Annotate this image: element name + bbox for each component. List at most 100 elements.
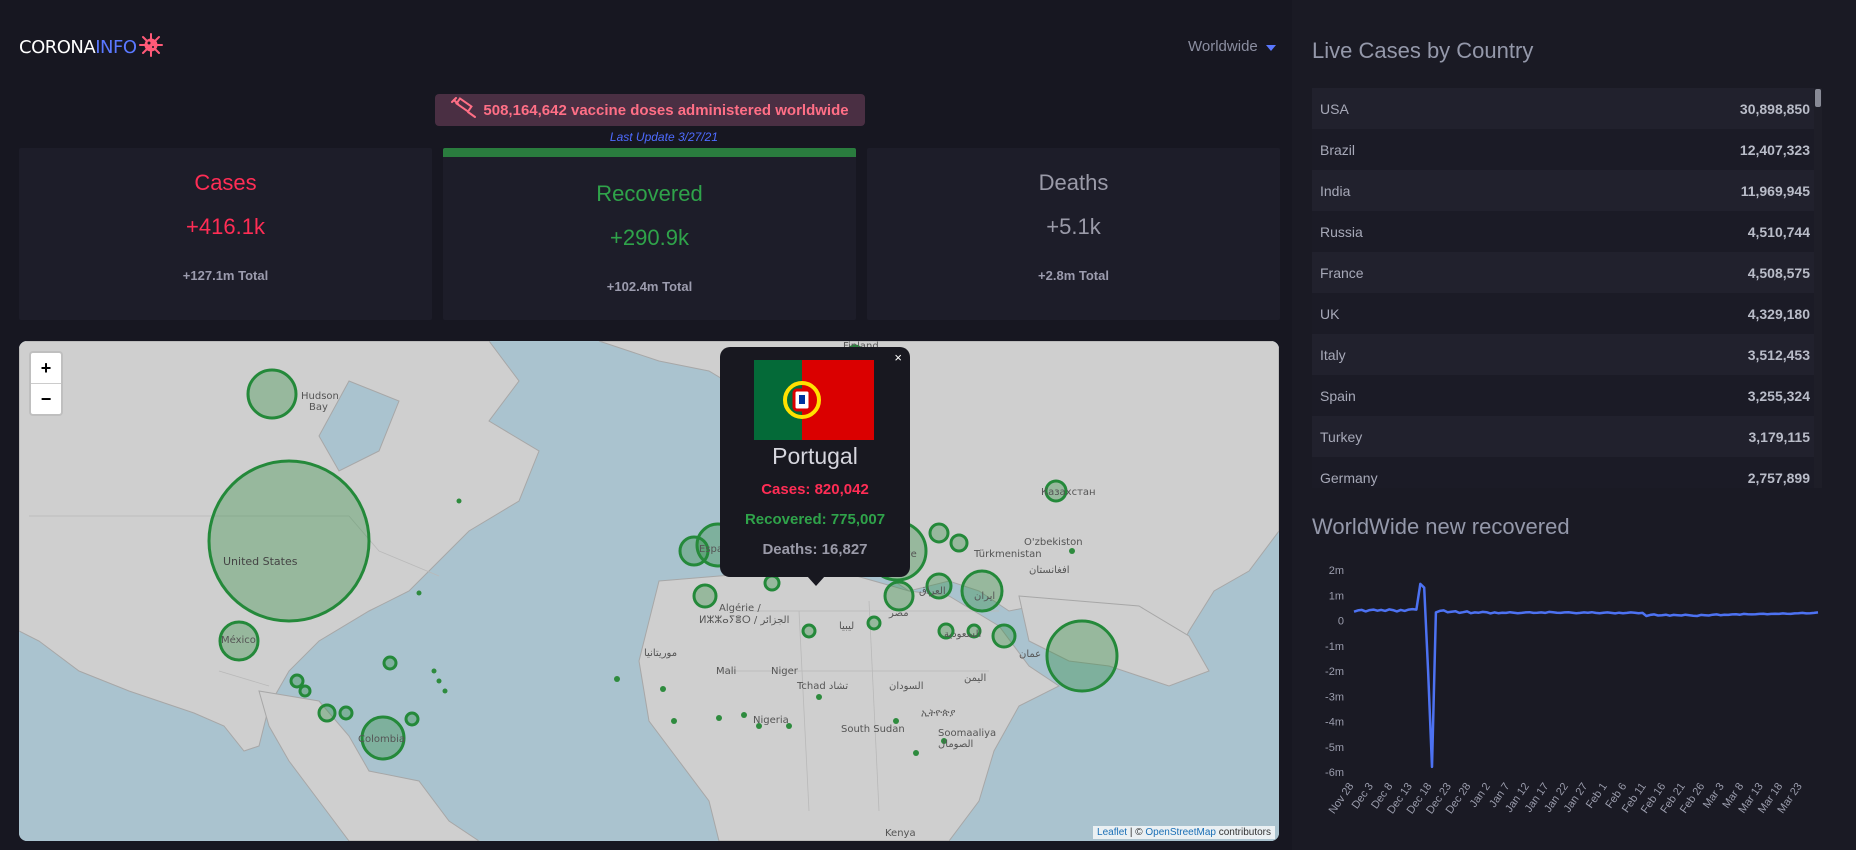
country-cases: 11,969,945 <box>1740 182 1810 199</box>
country-name: Russia <box>1320 223 1363 240</box>
y-tick-label: -5m <box>1325 742 1344 754</box>
svg-text:Nigeria: Nigeria <box>753 715 789 726</box>
portugal-flag-icon <box>754 360 874 440</box>
close-icon[interactable]: × <box>894 350 902 365</box>
deaths-label: Deaths <box>1038 170 1109 195</box>
leaflet-link[interactable]: Leaflet <box>1097 827 1127 838</box>
world-map[interactable]: Hudson Bay United States México Colombia … <box>19 341 1279 841</box>
y-tick-label: 1m <box>1329 590 1344 602</box>
vaccine-banner-text: 508,164,642 vaccine doses administered w… <box>483 101 849 119</box>
svg-text:موريتانيا: موريتانيا <box>644 648 677 659</box>
svg-text:Kenya: Kenya <box>885 828 916 839</box>
country-row[interactable]: Brazil 12,407,323 <box>1312 129 1818 170</box>
cases-card[interactable]: Cases +416.1k +127.1m Total <box>19 148 432 320</box>
region-selector[interactable]: Worldwide <box>1188 38 1276 55</box>
side-panel: Live Cases by Country USA 30,898,850 Braz… <box>1292 0 1856 850</box>
country-name: UK <box>1320 305 1340 322</box>
svg-text:O'zbekiston: O'zbekiston <box>1024 537 1083 548</box>
country-row[interactable]: Italy 3,512,453 <box>1312 334 1818 375</box>
y-tick-label: -1m <box>1325 641 1344 653</box>
country-cases: 3,512,453 <box>1747 346 1810 363</box>
svg-text:السودان: السودان <box>889 681 924 692</box>
svg-text:ኢትዮጵያ: ኢትዮጵያ <box>921 708 955 719</box>
series-line[interactable] <box>1353 582 1819 769</box>
svg-text:Niger: Niger <box>771 666 799 677</box>
svg-text:ایران: ایران <box>974 591 995 602</box>
country-row[interactable]: Russia 4,510,744 <box>1312 211 1818 252</box>
country-name: India <box>1320 182 1351 199</box>
country-row[interactable]: Turkey 3,179,115 <box>1312 416 1818 457</box>
country-cases: 4,510,744 <box>1747 223 1810 240</box>
country-name: USA <box>1320 100 1349 117</box>
cases-label: Cases <box>194 170 257 195</box>
country-name: Brazil <box>1320 141 1356 158</box>
svg-text:ليبيا: ليبيا <box>839 621 854 632</box>
recovered-line-chart[interactable]: 2m1m0-1m-2m-3m-4m-5m-6mNov 28Dec 3Dec 8D… <box>1300 552 1840 842</box>
deaths-card[interactable]: Deaths +5.1k +2.8m Total <box>867 148 1280 320</box>
country-name: Spain <box>1320 387 1356 404</box>
svg-text:Colombia: Colombia <box>358 734 405 745</box>
svg-text:عمان: عمان <box>1019 649 1041 660</box>
country-row[interactable]: France 4,508,575 <box>1312 252 1818 293</box>
svg-text:Tchad تشاد: Tchad تشاد <box>796 681 848 692</box>
country-cases: 2,757,899 <box>1747 469 1810 486</box>
svg-text:Türkmenistan: Türkmenistan <box>973 549 1042 560</box>
zoom-in-button[interactable]: + <box>31 353 61 383</box>
popup-country-name: Portugal <box>772 443 858 469</box>
svg-text:الیمن: الیمن <box>964 673 986 684</box>
map-canvas[interactable]: HudsonBay United States México Colombia … <box>19 341 1279 841</box>
popup-deaths: Deaths: 16,827 <box>762 541 868 558</box>
cases-delta: +416.1k <box>186 214 265 239</box>
deaths-total: +2.8m Total <box>1038 268 1109 283</box>
app-logo[interactable]: CORONA INFO <box>19 32 164 63</box>
country-row[interactable]: USA 30,898,850 <box>1312 88 1818 129</box>
live-cases-title: Live Cases by Country <box>1312 38 1534 63</box>
deaths-delta: +5.1k <box>1046 214 1101 239</box>
svg-text:Algérie /: Algérie / <box>719 602 761 614</box>
recovered-chart-title: WorldWide new recovered <box>1312 514 1570 539</box>
country-cases: 4,508,575 <box>1747 264 1810 281</box>
chevron-down-icon <box>1265 44 1276 51</box>
svg-text:مصر: مصر <box>888 608 909 619</box>
svg-text:الصومال: الصومال <box>938 739 973 750</box>
recovered-card[interactable]: Recovered +290.9k +102.4m Total <box>443 148 856 320</box>
svg-text:United States: United States <box>223 555 298 568</box>
live-cases-scrollbar[interactable] <box>1814 88 1822 488</box>
vaccine-banner: 508,164,642 vaccine doses administered w… <box>435 94 865 126</box>
y-tick-label: -4m <box>1325 717 1344 729</box>
zoom-controls: + − <box>29 351 63 416</box>
svg-text:Hudson: Hudson <box>301 391 339 402</box>
scrollbar-thumb[interactable] <box>1815 89 1821 107</box>
country-name: France <box>1320 264 1364 281</box>
main-panel: CORONA INFO Worldwide 508,164,642 vaccin… <box>0 0 1292 850</box>
country-row[interactable]: Germany 2,757,899 <box>1312 457 1818 488</box>
x-tick-label: Nov 28 <box>1327 781 1357 816</box>
svg-text:México: México <box>221 634 256 646</box>
y-tick-label: 2m <box>1329 565 1344 577</box>
attribution-separator: | © <box>1127 827 1146 838</box>
svg-text:افغانستان: افغانستان <box>1029 565 1070 576</box>
zoom-out-button[interactable]: − <box>31 383 61 414</box>
live-cases-list[interactable]: USA 30,898,850 Brazil 12,407,323 India 11,9… <box>1312 88 1818 488</box>
svg-text:Казахстан: Казахстан <box>1041 487 1096 498</box>
country-row[interactable]: Spain 3,255,324 <box>1312 375 1818 416</box>
cases-total: +127.1m Total <box>182 268 269 283</box>
country-cases: 3,255,324 <box>1747 387 1810 404</box>
country-row[interactable]: India 11,969,945 <box>1312 170 1818 211</box>
country-cases: 4,329,180 <box>1747 305 1810 322</box>
svg-text:العراق: العراق <box>919 586 946 597</box>
last-update-label: Last Update 3/27/21 <box>609 130 718 144</box>
country-name: Germany <box>1320 469 1378 486</box>
country-popup: × Portugal Cases: 820,042 Recovered: 775… <box>720 347 910 586</box>
recovered-total: +102.4m Total <box>606 279 693 294</box>
popup-tip <box>807 576 825 586</box>
country-name: Italy <box>1320 346 1346 363</box>
map-attribution: Leaflet | © OpenStreetMap contributors <box>1093 826 1275 839</box>
logo-text-corona: CORONA <box>19 37 96 58</box>
popup-recovered: Recovered: 775,007 <box>744 511 886 528</box>
svg-text:South Sudan: South Sudan <box>841 724 905 735</box>
attribution-contributors: contributors <box>1215 827 1271 838</box>
country-row[interactable]: UK 4,329,180 <box>1312 293 1818 334</box>
country-cases: 30,898,850 <box>1739 100 1810 117</box>
osm-link[interactable]: OpenStreetMap <box>1145 827 1216 838</box>
